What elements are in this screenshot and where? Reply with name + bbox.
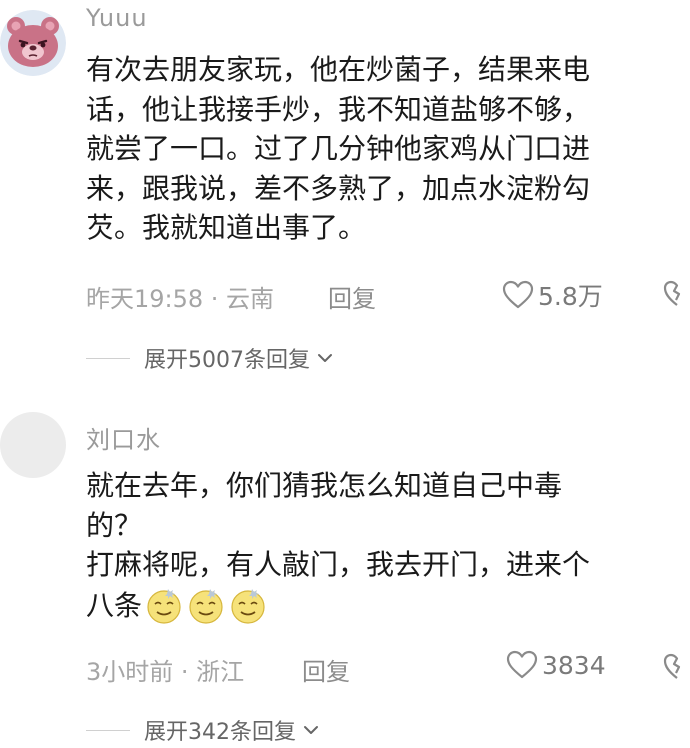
expand-replies-label: 展开5007条回复 <box>144 348 310 373</box>
broken-heart-icon <box>663 280 681 306</box>
avatar[interactable] <box>0 10 66 76</box>
dizzy-face-emoji-icon <box>231 588 265 624</box>
reply-button[interactable]: 回复 <box>328 279 376 314</box>
reply-button[interactable]: 回复 <box>302 652 350 687</box>
comment-line: 的？ <box>86 508 143 542</box>
expand-replies-label: 展开342条回复 <box>144 720 296 745</box>
username[interactable]: Yuuu <box>86 4 148 32</box>
comment-line: 打麻将呢，有人敲门，我去开门，进来个 <box>86 548 591 581</box>
like-count: 3834 <box>542 650 606 680</box>
comment-meta: 昨天19:58 · 云南 <box>86 285 275 313</box>
comment-line: 就尝了一口。过了几分钟他家鸡从门口进 <box>86 132 591 165</box>
chevron-down-icon <box>318 354 332 362</box>
comment-line: 话，他让我接手炒，我不知道盐够不够， <box>86 92 591 126</box>
comment-line: 就在去年，你们猜我怎么知道自己中毒 <box>86 469 563 502</box>
comment-line: 有次去朋友家玩，他在炒菌子，结果来电 <box>86 53 591 86</box>
comment-text: 有次去朋友家玩，他在炒菌子，结果来电 话，他让我接手炒，我不知道盐够不够， 就尝… <box>86 50 686 248</box>
dizzy-face-emoji-icon <box>147 588 181 624</box>
heart-icon <box>506 650 538 679</box>
comment-text: 就在去年，你们猜我怎么知道自己中毒 的？ 打麻将呢，有人敲门，我去开门，进来个 … <box>86 466 686 625</box>
dislike-button[interactable] <box>662 652 690 682</box>
bear-avatar-icon <box>0 10 66 76</box>
username[interactable]: 刘口水 <box>86 420 161 455</box>
divider <box>86 729 130 731</box>
divider <box>86 357 130 359</box>
expand-replies[interactable]: 展开342条回复 <box>86 714 320 746</box>
chevron-down-icon <box>304 726 318 734</box>
comment-line-text: 八条 <box>86 588 143 622</box>
like-button[interactable]: 3834 <box>506 650 606 680</box>
dizzy-face-emoji-icon <box>189 588 223 624</box>
broken-heart-icon <box>663 653 681 679</box>
comment-line: 芡。我就知道出事了。 <box>86 211 367 244</box>
dislike-button[interactable] <box>662 279 690 309</box>
heart-icon <box>502 280 534 309</box>
avatar[interactable] <box>0 412 66 478</box>
comment-meta: 3小时前 · 浙江 <box>86 658 245 686</box>
like-count: 5.8万 <box>538 282 603 311</box>
like-button[interactable]: 5.8万 <box>502 277 603 313</box>
expand-replies[interactable]: 展开5007条回复 <box>86 342 334 374</box>
comment-line: 来，跟我说，差不多熟了，加点水淀粉勾 <box>86 171 591 205</box>
comment-line: 八条 <box>86 585 686 626</box>
